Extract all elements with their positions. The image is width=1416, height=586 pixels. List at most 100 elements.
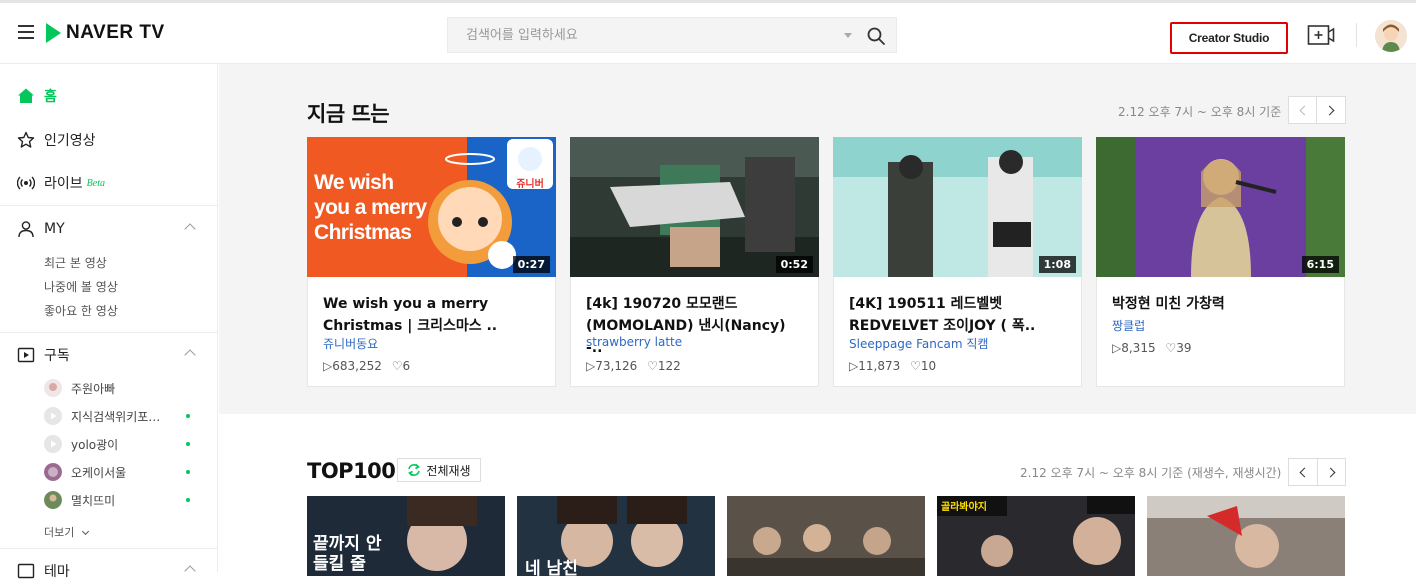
channel-name: 지식검색위키포… bbox=[71, 409, 161, 424]
play-count-icon: ▷ bbox=[849, 359, 859, 373]
channel-link[interactable]: 쥬니버동요 bbox=[323, 335, 378, 352]
theme-icon bbox=[17, 563, 35, 579]
video-card[interactable]: 1:08 [4K] 190511 레드벨벳 REDVELVET 조이JOY ( … bbox=[833, 137, 1082, 387]
duration-badge: 0:52 bbox=[775, 256, 813, 273]
channel-badge: 쥬니버 bbox=[516, 179, 544, 190]
new-content-dot bbox=[186, 498, 190, 502]
like-count: 10 bbox=[920, 359, 937, 373]
subscription-item[interactable]: 지식검색위키포… bbox=[44, 405, 204, 427]
video-thumbnail[interactable]: 0:52 bbox=[570, 137, 819, 277]
duration-badge: 0:27 bbox=[512, 256, 550, 273]
subscription-item[interactable]: yolo광이 bbox=[44, 433, 204, 455]
channel-link[interactable]: 짱클럽 bbox=[1112, 317, 1145, 334]
trending-section: 지금 뜨는 2.12 오후 7시 ~ 오후 8시 기준 We wish you … bbox=[219, 64, 1416, 414]
repeat-icon bbox=[408, 463, 421, 477]
section-title: TOP100 bbox=[307, 459, 396, 483]
thumbnail-caption: We wish you a merry Christmas bbox=[314, 170, 427, 245]
top100-thumbnail[interactable]: 네 남친 bbox=[517, 496, 715, 576]
thumbnail-caption: 골라봐야지 bbox=[941, 502, 987, 513]
subscription-item[interactable]: 오케이서울 bbox=[44, 461, 204, 483]
user-avatar[interactable] bbox=[1375, 20, 1407, 52]
sidebar-section-theme[interactable]: 테마 bbox=[0, 556, 218, 586]
naver-tv-logo[interactable]: NAVER TV bbox=[46, 22, 165, 44]
search-box bbox=[447, 17, 897, 53]
search-icon[interactable] bbox=[866, 26, 886, 46]
video-thumbnail[interactable]: 6:15 bbox=[1096, 137, 1345, 277]
more-label: 더보기 bbox=[44, 526, 75, 539]
header-divider bbox=[1356, 23, 1357, 47]
next-button[interactable] bbox=[1317, 458, 1346, 486]
heart-icon: ♡ bbox=[391, 359, 403, 373]
channel-avatar bbox=[44, 435, 62, 453]
sidebar-item-popular[interactable]: 인기영상 bbox=[0, 124, 218, 156]
sidebar-item-recent[interactable]: 최근 본 영상 bbox=[44, 254, 107, 271]
sidebar-section-my[interactable]: MY bbox=[0, 214, 218, 244]
menu-icon[interactable] bbox=[18, 25, 34, 39]
video-title[interactable]: We wish you a merry Christmas | 크리스마스 .. bbox=[323, 293, 543, 337]
sidebar-item-live[interactable]: 라이브 Beta bbox=[0, 167, 218, 199]
video-card[interactable]: 6:15 박정현 미친 가창력 짱클럽 ▷8,315 ♡39 bbox=[1096, 137, 1345, 387]
video-stats: ▷683,252 ♡6 bbox=[323, 359, 410, 373]
sidebar-item-watch-later[interactable]: 나중에 볼 영상 bbox=[44, 278, 118, 295]
prev-button[interactable] bbox=[1288, 96, 1317, 124]
chevron-left-icon bbox=[1299, 467, 1310, 477]
new-content-dot bbox=[186, 470, 190, 474]
subscription-item[interactable]: 멸치뜨미 bbox=[44, 489, 204, 511]
view-count: 8,315 bbox=[1121, 341, 1156, 355]
top100-thumbnail[interactable] bbox=[1147, 496, 1345, 576]
like-count: 122 bbox=[657, 359, 681, 373]
search-input[interactable] bbox=[448, 18, 838, 52]
view-count: 11,873 bbox=[858, 359, 901, 373]
prev-button[interactable] bbox=[1288, 458, 1317, 486]
top100-thumbnail[interactable] bbox=[727, 496, 925, 576]
channel-avatar bbox=[44, 407, 62, 425]
video-title[interactable]: [4K] 190511 레드벨벳 REDVELVET 조이JOY ( 폭.. bbox=[849, 293, 1069, 337]
more-subscriptions-link[interactable]: 더보기 bbox=[44, 524, 89, 540]
upload-video-icon[interactable] bbox=[1307, 23, 1335, 47]
channel-link[interactable]: strawberry latte bbox=[586, 335, 682, 349]
video-card[interactable]: 0:52 [4k] 190720 모모랜드(MOMOLAND) 낸시(Nancy… bbox=[570, 137, 819, 387]
chevron-up-icon[interactable] bbox=[184, 565, 196, 577]
play-all-button[interactable]: 전체재생 bbox=[397, 458, 481, 482]
home-icon bbox=[17, 87, 35, 105]
person-icon bbox=[18, 221, 34, 238]
sidebar-item-label: 라이브 bbox=[44, 176, 83, 192]
top100-thumbnail[interactable]: 골라봐야지 bbox=[937, 496, 1135, 576]
chevron-right-icon bbox=[1325, 467, 1335, 477]
sidebar-item-liked[interactable]: 좋아요 한 영상 bbox=[44, 302, 118, 319]
duration-badge: 1:08 bbox=[1038, 256, 1076, 273]
sidebar: 홈 인기영상 라이브 Beta MY 최근 본 영상 나중에 볼 영상 좋아요 … bbox=[0, 64, 218, 580]
timestamp: 2.12 오후 7시 ~ 오후 8시 기준 (재생수, 재생시간) bbox=[1020, 466, 1282, 480]
next-button[interactable] bbox=[1317, 96, 1346, 124]
channel-link[interactable]: Sleeppage Fancam 직캠 bbox=[849, 335, 988, 352]
caption-line: We wish bbox=[314, 171, 394, 194]
carousel-arrows bbox=[1288, 96, 1346, 124]
sidebar-section-subscriptions[interactable]: 구독 bbox=[0, 340, 218, 370]
video-title[interactable]: 박정현 미친 가창력 bbox=[1112, 293, 1332, 315]
subscription-item[interactable]: 주원아빠 bbox=[44, 377, 204, 399]
sidebar-item-label: 인기영상 bbox=[44, 133, 96, 149]
video-thumbnail[interactable]: 1:08 bbox=[833, 137, 1082, 277]
video-card[interactable]: We wish you a merry Christmas 쥬니버 0:27 W… bbox=[307, 137, 556, 387]
video-thumbnail[interactable]: We wish you a merry Christmas 쥬니버 0:27 bbox=[307, 137, 556, 277]
section-title: 지금 뜨는 bbox=[307, 102, 390, 126]
logo-text: NAVER TV bbox=[66, 22, 165, 43]
chevron-left-icon bbox=[1299, 105, 1309, 115]
section-label: MY bbox=[44, 221, 65, 237]
chevron-up-icon[interactable] bbox=[184, 223, 196, 235]
video-title[interactable]: [4k] 190720 모모랜드(MOMOLAND) 낸시(Nancy) -.. bbox=[586, 293, 806, 359]
timestamp: 2.12 오후 7시 ~ 오후 8시 기준 bbox=[1118, 105, 1282, 119]
view-count: 683,252 bbox=[332, 359, 382, 373]
search-dropdown-icon[interactable] bbox=[844, 33, 852, 38]
creator-studio-button[interactable]: Creator Studio bbox=[1170, 22, 1288, 54]
chevron-up-icon[interactable] bbox=[184, 349, 196, 361]
sidebar-item-home[interactable]: 홈 bbox=[0, 80, 218, 112]
top100-thumbnail[interactable]: 끝까지 안 들킬 줄 bbox=[307, 496, 505, 576]
top-header: NAVER TV Creator Studio bbox=[0, 0, 1416, 64]
play-logo-icon bbox=[46, 23, 61, 43]
sidebar-divider bbox=[0, 205, 218, 206]
channel-avatar bbox=[44, 491, 62, 509]
video-stats: ▷8,315 ♡39 bbox=[1112, 341, 1191, 355]
chevron-down-icon bbox=[81, 527, 89, 536]
main-content: 지금 뜨는 2.12 오후 7시 ~ 오후 8시 기준 We wish you … bbox=[219, 64, 1416, 576]
